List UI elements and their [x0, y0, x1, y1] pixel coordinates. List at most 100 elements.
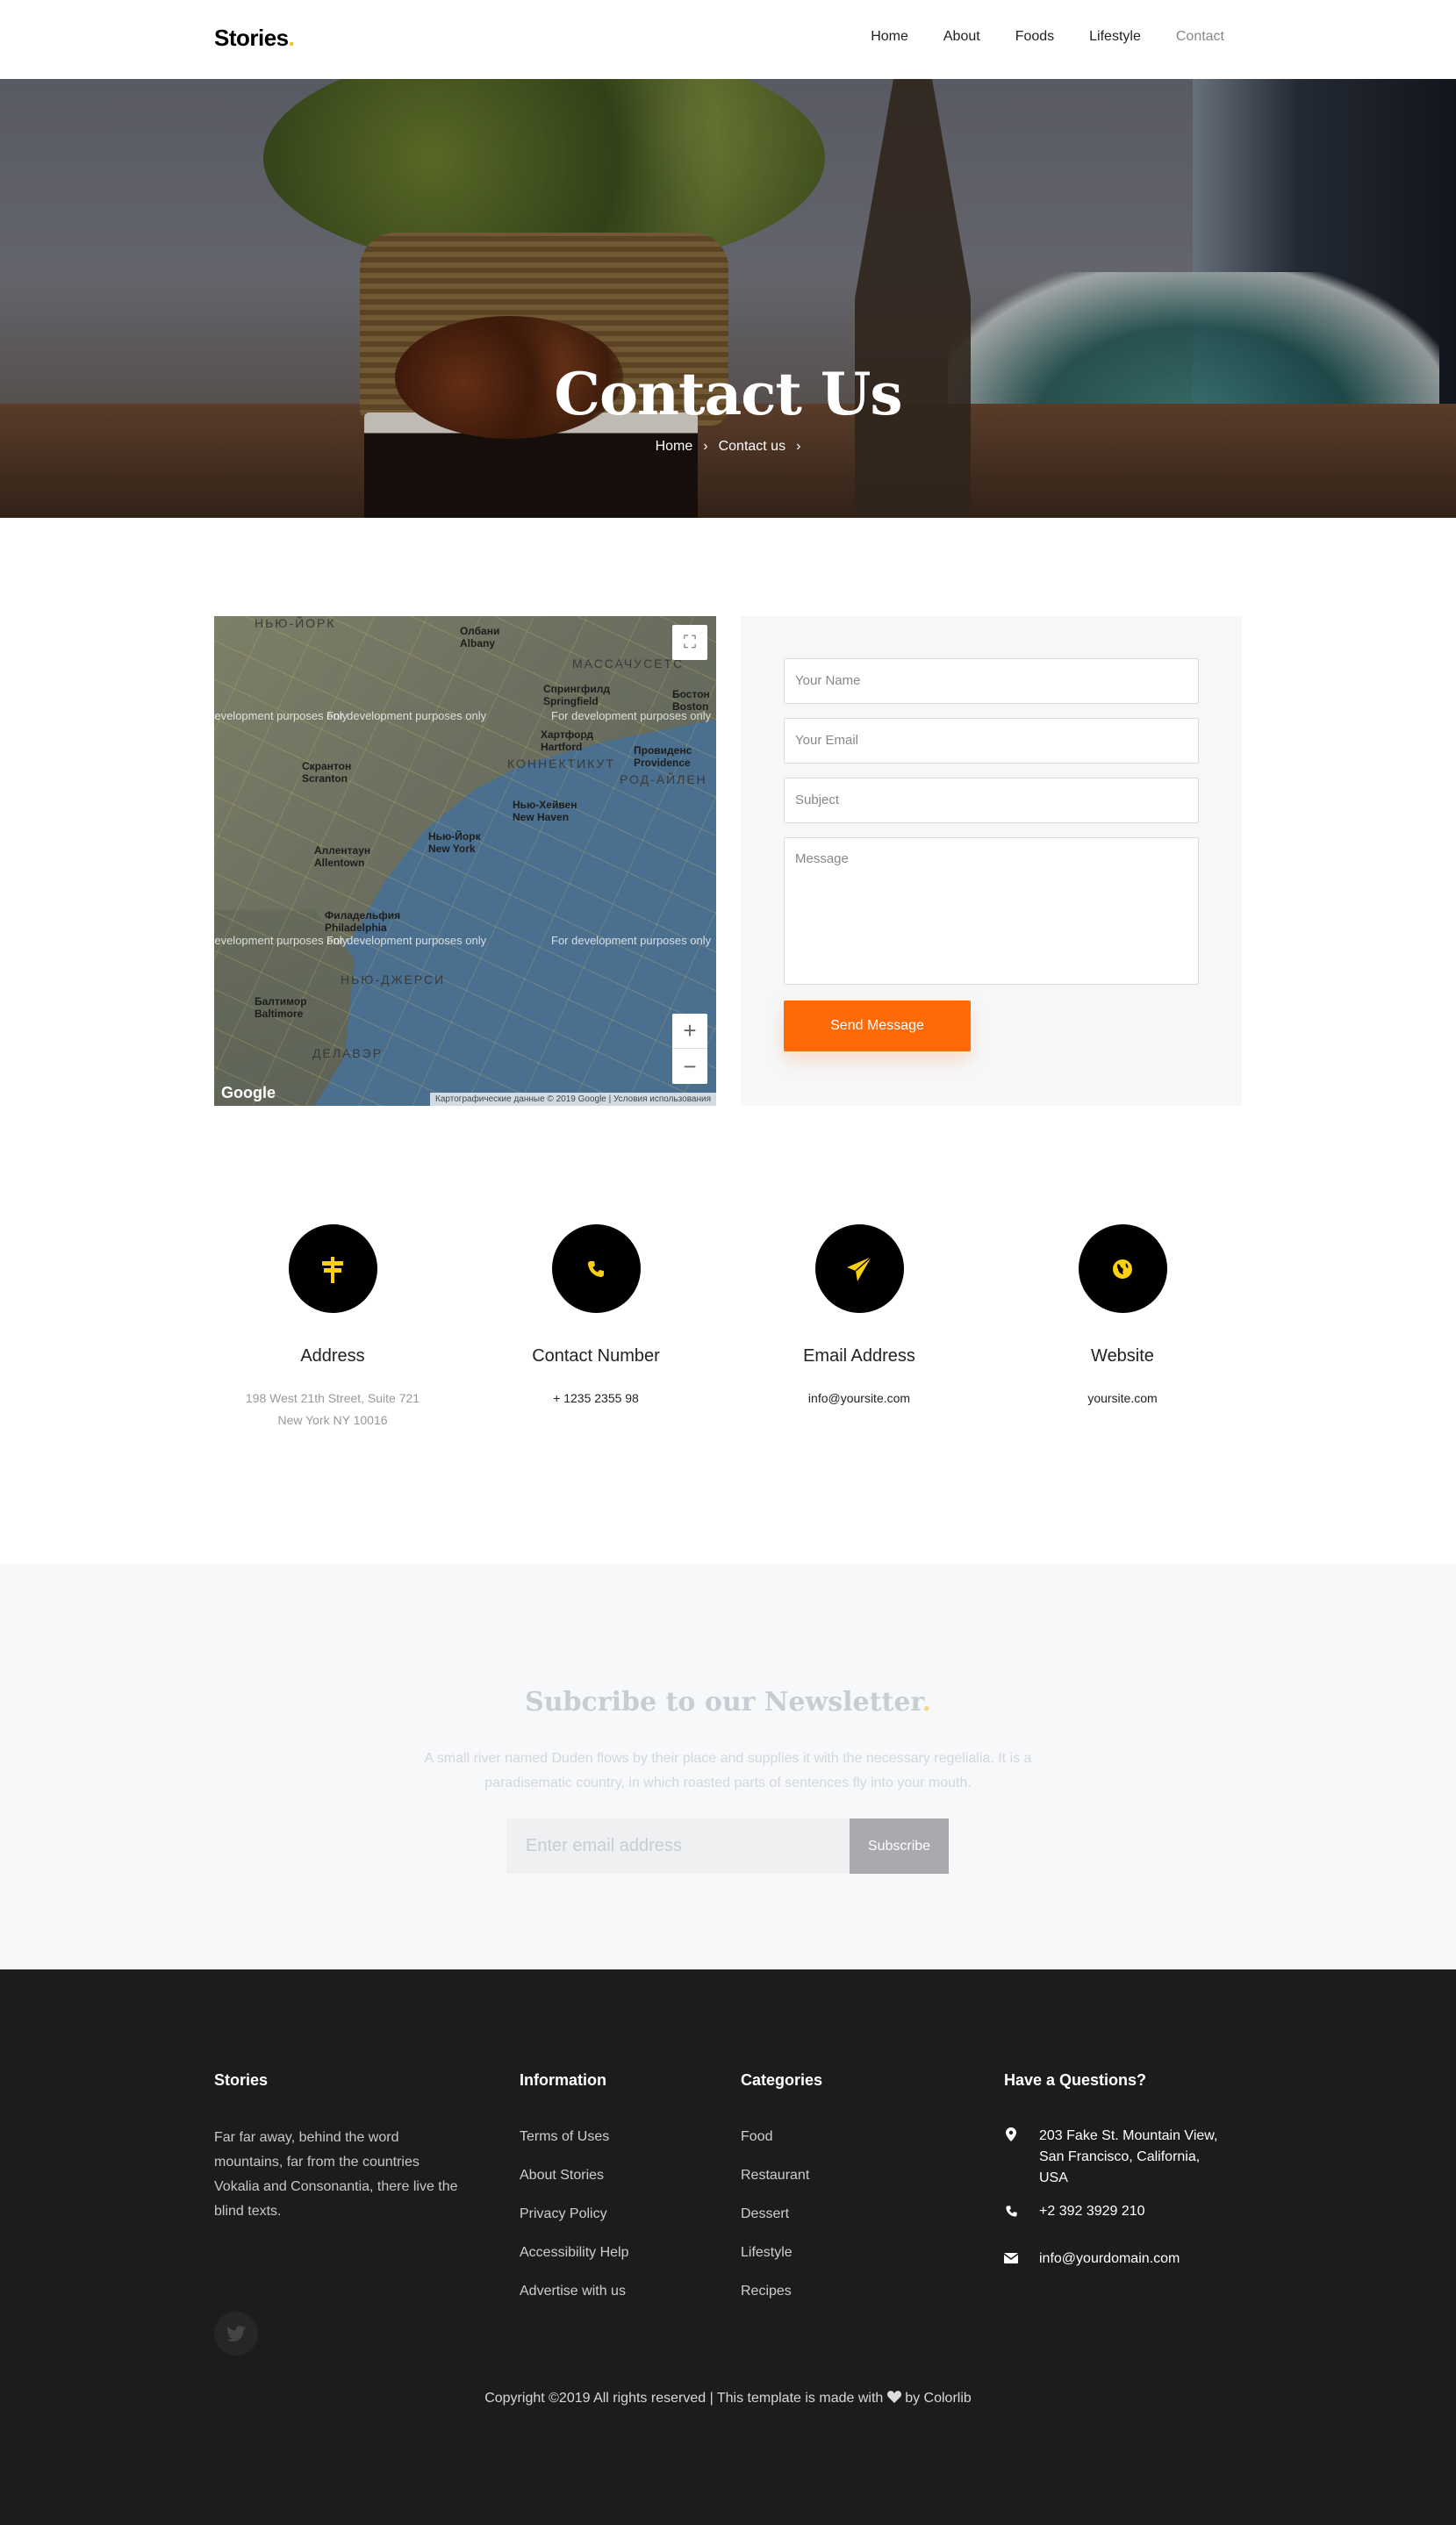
google-logo[interactable]: Google	[221, 1084, 276, 1102]
nav-item-foods[interactable]: Foods	[1015, 29, 1054, 45]
map-dev-watermark: For development purposes only	[326, 934, 487, 947]
footer-link-terms[interactable]: Terms of Uses	[520, 2129, 609, 2145]
info-text[interactable]: + 1235 2355 98	[464, 1388, 728, 1410]
info-title: Contact Number	[532, 1346, 660, 1366]
footer-link-lifestyle[interactable]: Lifestyle	[741, 2245, 793, 2261]
map-dev-watermark: For development purposes only	[326, 709, 487, 722]
map-label-region: МАССАЧУСЕТС	[572, 656, 685, 671]
globe-icon	[1113, 1259, 1132, 1279]
map-label-region: НЬЮ-ДЖЕРСИ	[341, 972, 446, 986]
info-text: 198 West 21th Street, Suite 721 New York …	[201, 1388, 464, 1431]
info-contact-number: Contact Number + 1235 2355 98	[464, 1224, 728, 1410]
footer-email[interactable]: info@yourdomain.com	[1039, 2249, 1180, 2270]
nav-item-about[interactable]: About	[943, 29, 980, 45]
info-title: Email Address	[803, 1346, 915, 1366]
map-label-city: Провиденс Providence	[634, 744, 692, 769]
subscribe-button[interactable]: Subscribe	[850, 1818, 949, 1874]
breadcrumb-separator: ›	[703, 439, 708, 454]
map-dev-watermark: For development purposes only	[551, 709, 712, 722]
breadcrumb-home[interactable]: Home	[656, 439, 693, 454]
newsletter-title-text: Subcribe to our Newsletter	[525, 1687, 922, 1718]
fullscreen-icon: ⛶	[684, 632, 696, 652]
footer-address: 203 Fake St. Mountain View, San Francisc…	[1039, 2128, 1218, 2185]
map-label-city: Филадельфия Philadelphia	[325, 909, 401, 934]
map-label-region: НЬЮ-ЙОРК	[255, 616, 336, 630]
nav-item-contact[interactable]: Contact	[1176, 29, 1224, 45]
map-fullscreen-button[interactable]: ⛶	[672, 625, 707, 660]
copyright-colorlib[interactable]: by Colorlib	[905, 2391, 972, 2406]
email-icon-circle	[814, 1224, 904, 1313]
footer-link-recipes[interactable]: Recipes	[741, 2284, 792, 2299]
footer-copyright: Copyright ©2019 All rights reserved | Th…	[0, 2391, 1456, 2407]
map-roads	[214, 616, 716, 1106]
info-text[interactable]: yoursite.com	[991, 1388, 1254, 1410]
map-label-city: Хартфорд Hartford	[541, 728, 594, 753]
map-attribution[interactable]: Картографические данные © 2019 Google | …	[430, 1093, 716, 1106]
map-zoom-in-button[interactable]: +	[672, 1014, 707, 1049]
phone-icon	[588, 1260, 604, 1277]
send-message-button[interactable]: Send Message	[784, 1001, 971, 1051]
main-menu: Home About Foods Lifestyle Contact	[871, 29, 1224, 45]
breadcrumb: Home › Contact us ›	[0, 439, 1456, 455]
address-icon-circle	[288, 1224, 377, 1313]
brand-logo[interactable]: Stories.	[214, 25, 295, 52]
heart-icon	[886, 2391, 901, 2403]
breadcrumb-current: Contact us	[718, 439, 786, 454]
footer-categories-title: Categories	[741, 2071, 823, 2089]
page-title: Contact Us	[554, 360, 902, 428]
map-label-city: Олбани Albany	[460, 625, 500, 649]
info-address: Address 198 West 21th Street, Suite 721 N…	[201, 1224, 464, 1431]
map-marker-icon	[1004, 2127, 1018, 2141]
phone-icon-circle	[551, 1224, 641, 1313]
footer-link-advertise[interactable]: Advertise with us	[520, 2284, 626, 2299]
email-input[interactable]: Your Email	[784, 718, 1199, 764]
newsletter-email-input[interactable]: Enter email address	[506, 1818, 850, 1874]
phone-icon	[1004, 2205, 1018, 2218]
nav-item-lifestyle[interactable]: Lifestyle	[1089, 29, 1141, 45]
newsletter-title-dot: .	[922, 1687, 931, 1718]
google-map[interactable]: НЬЮ-ЙОРК МАССАЧУСЕТС КОННЕКТИКУТ РОД-АЙЛ…	[214, 616, 716, 1106]
footer-link-privacy[interactable]: Privacy Policy	[520, 2206, 607, 2222]
footer-link-about[interactable]: About Stories	[520, 2168, 604, 2184]
footer-link-accessibility[interactable]: Accessibility Help	[520, 2245, 628, 2261]
footer-about-title: Stories	[214, 2071, 269, 2089]
newsletter-section: Subcribe to our Newsletter. A small rive…	[0, 1564, 1456, 1969]
breadcrumb-separator: ›	[796, 439, 801, 454]
map-label-city: Балтимор Baltimore	[255, 995, 307, 1020]
navbar: Stories. Home About Foods Lifestyle Cont…	[0, 0, 1456, 79]
map-label-region: ДЕЛАВЭР	[312, 1046, 384, 1060]
map-label-city: Скрантон Scranton	[302, 760, 352, 785]
info-text[interactable]: info@yoursite.com	[728, 1388, 991, 1410]
map-zoom-out-button[interactable]: −	[672, 1049, 707, 1084]
address-line-2: New York NY 10016	[277, 1413, 388, 1427]
footer: Stories Far far away, behind the word mo…	[0, 1969, 1456, 2525]
info-website: Website yoursite.com	[991, 1224, 1254, 1410]
subject-input[interactable]: Subject	[784, 778, 1199, 823]
map-label-city: Аллентаун Allentown	[314, 844, 371, 869]
brand-name: Stories	[214, 25, 289, 51]
footer-link-restaurant[interactable]: Restaurant	[741, 2168, 809, 2184]
name-input[interactable]: Your Name	[784, 658, 1199, 704]
footer-phone[interactable]: +2 392 3929 210	[1039, 2201, 1145, 2222]
envelope-icon	[1004, 2253, 1018, 2263]
newsletter-text: A small river named Duden flows by their…	[424, 1751, 1032, 1790]
address-line-1: 198 West 21th Street, Suite 721	[245, 1391, 420, 1405]
map-label-city: Нью-Йорк New York	[428, 830, 481, 855]
twitter-icon	[226, 2326, 246, 2342]
brand-dot: .	[288, 25, 295, 51]
newsletter-title: Subcribe to our Newsletter.	[0, 1687, 1456, 1718]
map-dev-watermark: For development purposes only	[551, 934, 712, 947]
info-title: Website	[1091, 1346, 1154, 1366]
map-label-city: Нью-Хейвен New Haven	[513, 799, 577, 823]
website-icon-circle	[1078, 1224, 1167, 1313]
twitter-button[interactable]	[214, 2312, 258, 2356]
map-label-region: КОННЕКТИКУТ	[507, 757, 615, 771]
footer-information-title: Information	[520, 2071, 606, 2089]
message-textarea[interactable]: Message	[784, 837, 1199, 985]
footer-link-food[interactable]: Food	[741, 2129, 772, 2145]
paper-plane-icon	[847, 1255, 872, 1281]
contact-form: Your Name Your Email Subject Message Sen…	[741, 616, 1242, 1106]
map-label-city: Спрингфилд Springfield	[543, 683, 610, 707]
footer-link-dessert[interactable]: Dessert	[741, 2206, 789, 2222]
nav-item-home[interactable]: Home	[871, 29, 908, 45]
